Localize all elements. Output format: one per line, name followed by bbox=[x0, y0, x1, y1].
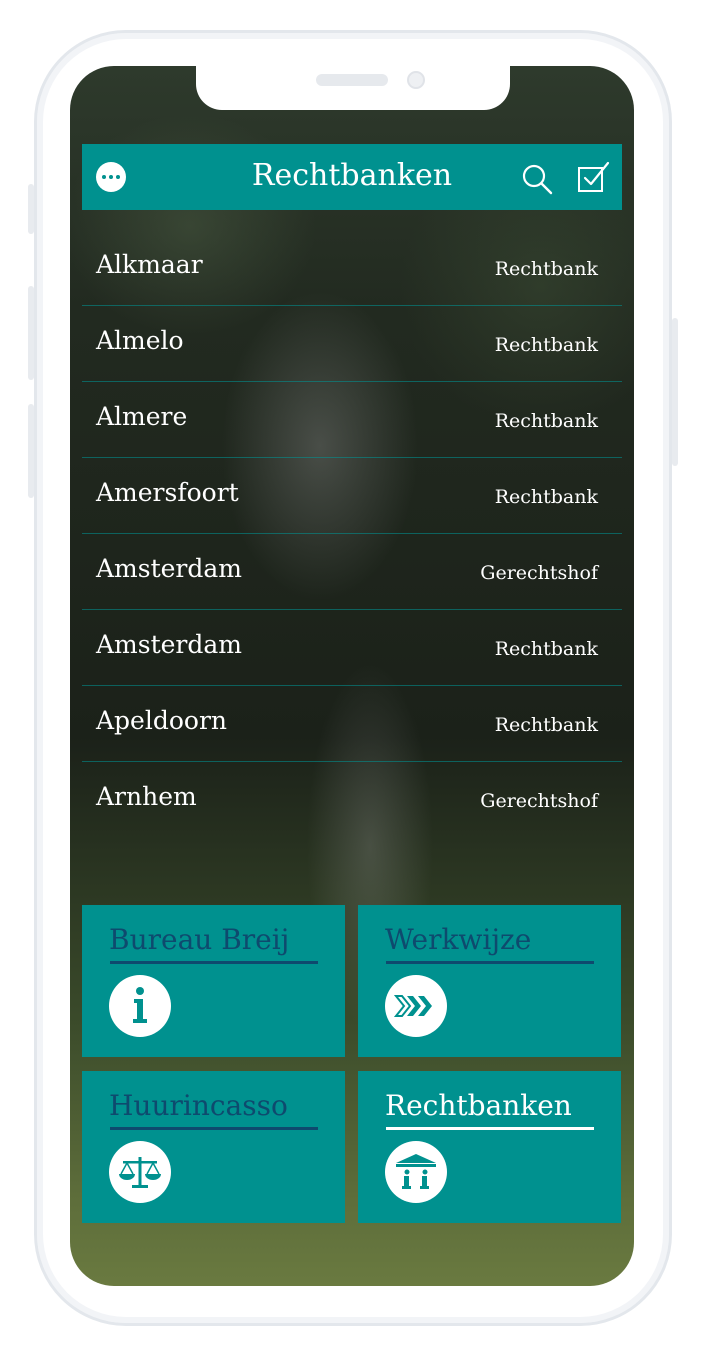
scales-icon bbox=[109, 1141, 171, 1203]
court-name: Amsterdam bbox=[96, 554, 242, 583]
court-name: Alkmaar bbox=[96, 250, 203, 279]
side-button-volume-down bbox=[28, 404, 34, 498]
court-name: Amersfoort bbox=[96, 478, 239, 507]
court-name: Arnhem bbox=[96, 782, 197, 811]
court-type: Rechtbank bbox=[494, 714, 598, 736]
notch bbox=[196, 66, 510, 110]
court-name: Amsterdam bbox=[96, 630, 242, 659]
court-type: Rechtbank bbox=[494, 486, 598, 508]
tile-label: Bureau Breij bbox=[109, 923, 290, 956]
tile-werkwijze[interactable]: Werkwijze bbox=[358, 905, 621, 1057]
tile-label: Rechtbanken bbox=[385, 1089, 572, 1122]
list-item[interactable]: Amsterdam Rechtbank bbox=[82, 610, 622, 686]
chevrons-forward-icon bbox=[385, 975, 447, 1037]
tile-underline bbox=[110, 961, 318, 964]
tile-underline bbox=[386, 1127, 594, 1130]
court-name: Almere bbox=[96, 402, 188, 431]
list-item[interactable]: Almere Rechtbank bbox=[82, 382, 622, 458]
court-type: Gerechtshof bbox=[480, 790, 598, 812]
court-type: Rechtbank bbox=[494, 334, 598, 356]
side-button-power bbox=[672, 318, 678, 466]
side-button-volume-up bbox=[28, 286, 34, 380]
list-item[interactable]: Almelo Rechtbank bbox=[82, 306, 622, 382]
courthouse-icon bbox=[385, 1141, 447, 1203]
list-item[interactable]: Amsterdam Gerechtshof bbox=[82, 534, 622, 610]
court-name: Almelo bbox=[96, 326, 184, 355]
tile-bureau-breij[interactable]: Bureau Breij bbox=[82, 905, 345, 1057]
court-type: Rechtbank bbox=[494, 258, 598, 280]
court-list: Alkmaar Rechtbank Almelo Rechtbank Almer… bbox=[82, 230, 622, 837]
list-item[interactable]: Arnhem Gerechtshof bbox=[82, 762, 622, 837]
nav-bar: Rechtbanken bbox=[82, 144, 622, 210]
list-item[interactable]: Amersfoort Rechtbank bbox=[82, 458, 622, 534]
court-type: Gerechtshof bbox=[480, 562, 598, 584]
search-icon[interactable] bbox=[520, 162, 554, 196]
tile-label: Werkwijze bbox=[385, 923, 532, 956]
front-camera bbox=[407, 71, 425, 89]
tile-underline bbox=[110, 1127, 318, 1130]
tile-label: Huurincasso bbox=[109, 1089, 288, 1122]
court-type: Rechtbank bbox=[494, 410, 598, 432]
list-item[interactable]: Alkmaar Rechtbank bbox=[82, 230, 622, 306]
court-type: Rechtbank bbox=[494, 638, 598, 660]
tile-underline bbox=[386, 961, 594, 964]
info-icon bbox=[109, 975, 171, 1037]
tile-rechtbanken[interactable]: Rechtbanken bbox=[358, 1071, 621, 1223]
court-name: Apeldoorn bbox=[96, 706, 228, 735]
speaker bbox=[316, 74, 388, 86]
checkbox-select-icon[interactable] bbox=[576, 160, 610, 194]
side-button-silent bbox=[28, 184, 34, 234]
list-item[interactable]: Apeldoorn Rechtbank bbox=[82, 686, 622, 762]
tile-huurincasso[interactable]: Huurincasso bbox=[82, 1071, 345, 1223]
